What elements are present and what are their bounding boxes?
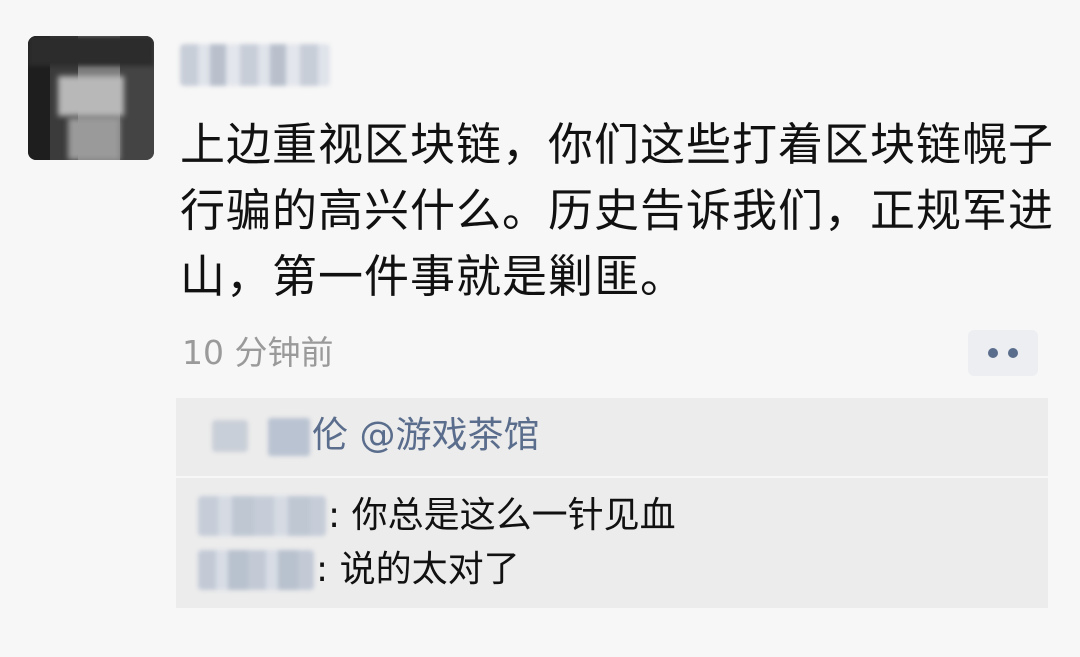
more-dots-icon [988,348,998,358]
post-text: 上边重视区块链，你们这些打着区块链幌子行骗的高兴什么。历史告诉我们，正规军进山，… [180,118,1055,303]
liker-name-blurred[interactable] [268,418,310,456]
heart-icon [212,420,248,452]
comment-text: 你总是这么一针见血 [351,495,676,536]
comment-text: 说的太对了 [339,549,520,590]
divider [176,476,1048,478]
likes-names[interactable]: 伦 @游戏茶馆 [312,412,539,460]
more-dots-icon [1008,348,1018,358]
post-time: 10 分钟前 [182,333,334,372]
commenter-name-blurred[interactable] [198,550,314,590]
avatar[interactable] [28,36,154,160]
likes-row: 伦 @游戏茶馆 [176,398,1048,476]
comment-area: 伦 @游戏茶馆 : 你总是这么一针见血 : 说的太对了 [176,398,1048,608]
more-button[interactable] [968,330,1038,376]
comment-item[interactable]: : 说的太对了 [176,544,1048,596]
comment-item[interactable]: : 你总是这么一针见血 [176,490,1048,542]
author-name-blurred[interactable] [180,44,330,86]
commenter-name-blurred[interactable] [198,496,326,536]
moments-post: 上边重视区块链，你们这些打着区块链幌子行骗的高兴什么。历史告诉我们，正规军进山，… [0,0,1080,657]
comment-separator: : [316,549,340,590]
comment-separator: : [328,495,352,536]
